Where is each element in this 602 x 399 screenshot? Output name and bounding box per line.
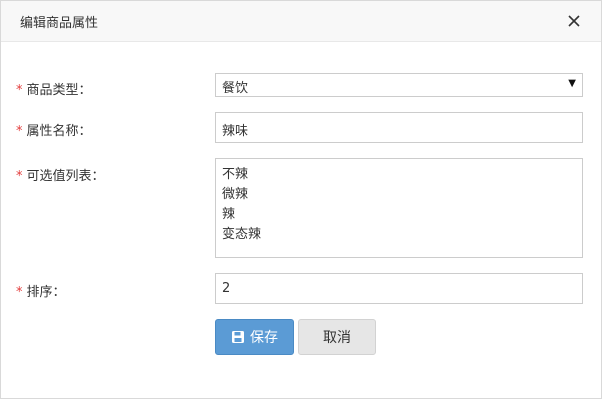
sort-label: * 排序： [16, 285, 66, 300]
option-line: 微辣 [222, 187, 249, 202]
close-icon[interactable] [564, 11, 584, 31]
name-input[interactable]: 辣味 [215, 112, 583, 143]
name-label: * 属性名称： [16, 124, 92, 139]
options-label: * 可选值列表： [16, 169, 105, 184]
cancel-button[interactable]: 取消 [298, 319, 376, 355]
option-line: 辣 [222, 207, 236, 222]
type-select[interactable]: 餐饮 ▼ [215, 73, 583, 97]
option-line: 变态辣 [222, 227, 262, 242]
option-line: 不辣 [222, 167, 249, 182]
sort-input[interactable]: 2 [215, 273, 583, 304]
dialog-header: 编辑商品属性 [1, 1, 601, 42]
required-mark: * [16, 124, 23, 139]
save-icon [231, 330, 245, 344]
required-mark: * [16, 285, 23, 300]
type-select-value: 餐饮 [222, 81, 249, 96]
name-input-value: 辣味 [222, 124, 249, 139]
dialog-title: 编辑商品属性 [20, 16, 99, 31]
edit-attribute-dialog: 编辑商品属性 * 商品类型： 餐饮 ▼ * 属性名称： 辣味 * 可选值列表： 不辣 … [0, 0, 602, 399]
caret-down-icon: ▼ [568, 78, 576, 89]
save-button[interactable]: 保存 [215, 319, 294, 355]
required-mark: * [16, 169, 23, 184]
save-button-label: 保存 [250, 330, 278, 346]
required-mark: * [16, 83, 23, 98]
options-textarea[interactable]: 不辣 微辣 辣 变态辣 [215, 158, 583, 258]
type-label: * 商品类型： [16, 83, 92, 98]
cancel-button-label: 取消 [323, 330, 351, 346]
sort-input-value: 2 [222, 281, 231, 296]
